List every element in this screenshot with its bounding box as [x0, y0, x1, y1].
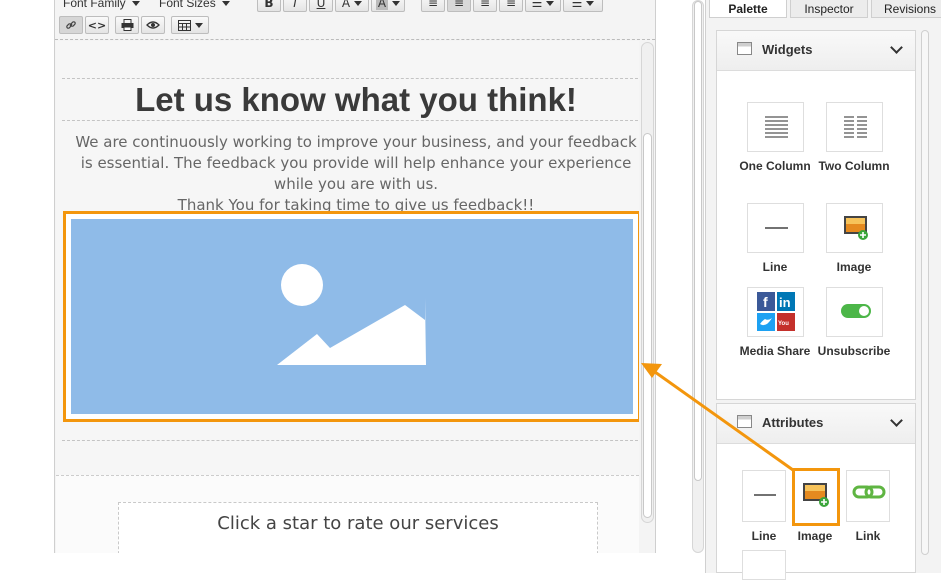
annotation-arrow — [641, 363, 794, 472]
